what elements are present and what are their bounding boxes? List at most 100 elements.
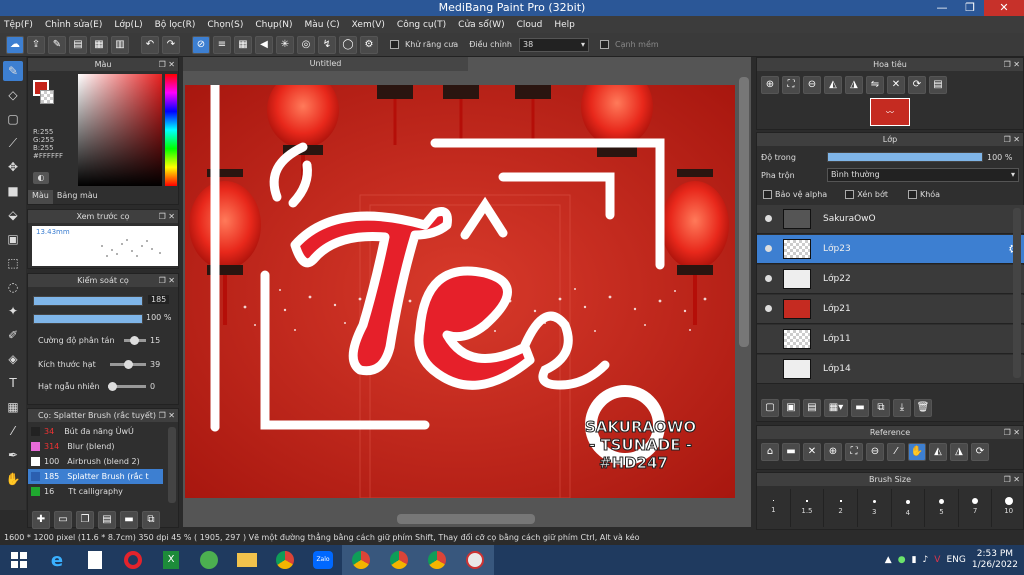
internet-explorer-icon[interactable]: e [38,545,76,575]
eraser-icon[interactable]: ◇ [3,85,23,105]
tray-app-icon[interactable]: ● [898,555,906,565]
blend-dropdown[interactable]: Bình thường ▾ [827,168,1019,182]
ref-zoom-out-icon[interactable]: ⊖ [866,443,884,461]
brush-item[interactable]: 16 Tt calligraphy [28,484,163,499]
open-folder-icon[interactable]: ▬ [782,443,800,461]
ref-rotate-right-icon[interactable]: ◮ [950,443,968,461]
layer-row[interactable]: Lớp14 [757,355,1024,384]
brush-list-scrollbar[interactable] [168,427,176,503]
rotate-left-icon[interactable]: ◭ [824,76,842,94]
windows-start-icon[interactable] [0,545,38,575]
merge-down-icon[interactable]: ⤓ [893,399,911,417]
duplicate-layer-icon[interactable]: ⧉ [872,399,890,417]
excel-icon[interactable]: X [152,545,190,575]
cloud-icon[interactable]: ☁ [6,35,24,54]
brush-item[interactable]: 100 Airbrush (blend 2) [28,454,163,469]
particle-slider[interactable] [110,360,146,369]
copy-icon[interactable]: ⧉ [142,511,160,529]
eye-icon[interactable] [765,245,772,252]
menu-select[interactable]: Chọn(S) [207,20,243,30]
eye-icon[interactable] [765,215,772,222]
tab-palette[interactable]: Bảng màu [53,190,102,204]
brush-size-cell[interactable]: 2 [824,489,858,527]
radial-snap-icon[interactable]: ✳ [276,35,294,54]
layer-opacity-slider[interactable] [827,152,983,162]
divide-icon[interactable]: ▦ [3,397,23,417]
vivaldi-icon[interactable]: V [934,555,940,565]
ref-reset-icon[interactable]: ⟳ [971,443,989,461]
maximize-button[interactable]: ❐ [956,0,984,16]
brush-size-cell[interactable]: 5 [925,489,959,527]
tray-arrow-icon[interactable]: ▲ [885,555,892,565]
eye-icon[interactable] [765,305,772,312]
menu-filter[interactable]: Bộ lọc(R) [155,20,196,30]
brush-size-slider[interactable] [33,296,143,306]
ref-fit-icon[interactable]: ⛶ [845,443,863,461]
layer-row[interactable]: Lớp22 [757,265,1024,294]
flip-icon[interactable]: ⇋ [866,76,884,94]
new-halftone-icon[interactable]: ▣ [782,399,800,417]
navigator-thumbnail[interactable]: 〰 [870,98,910,126]
horizontal-scrollbar[interactable] [397,514,535,524]
panel-icon[interactable]: ▥ [111,35,129,54]
layer-row[interactable]: Lớp23⚙ [757,235,1024,264]
document-icon[interactable]: ▤ [69,35,87,54]
rotate-reset-icon[interactable]: ⟳ [908,76,926,94]
ref-rotate-icon[interactable]: ◭ [929,443,947,461]
file-icon[interactable] [76,545,114,575]
random-slider[interactable] [108,382,146,391]
brush-size-cell[interactable]: 1 [757,489,791,527]
menu-snap[interactable]: Chụp(N) [255,20,292,30]
new-layer-icon[interactable]: ▢ [761,399,779,417]
circle-snap-icon[interactable]: ◎ [297,35,315,54]
menu-layer[interactable]: Lớp(L) [114,20,142,30]
home-icon[interactable]: ⌂ [761,443,779,461]
close-ref-icon[interactable]: ✕ [803,443,821,461]
hue-slider[interactable] [165,74,177,186]
line-icon[interactable]: ⟋ [3,133,23,153]
cccleaner-icon[interactable] [190,545,228,575]
panel-close-icon[interactable]: ❐ ✕ [1004,426,1020,439]
brush-size-cell[interactable]: 3 [858,489,892,527]
brush-size-cell[interactable]: 4 [892,489,926,527]
language-indicator[interactable]: ENG [946,555,965,565]
clock[interactable]: 2:53 PM 1/26/2022 [972,549,1018,571]
medibang-icon[interactable] [456,545,494,575]
menu-help[interactable]: Help [554,20,575,30]
fit-icon[interactable]: ⛶ [782,76,800,94]
layer-scrollbar[interactable] [1013,208,1021,378]
zoom-in-icon[interactable]: ⊕ [761,76,779,94]
menu-edit[interactable]: Chỉnh sửa(E) [45,20,102,30]
panel-close-icon[interactable]: ❐ ✕ [1004,473,1020,486]
brush-icon[interactable]: ✎ [3,61,23,81]
menu-cloud[interactable]: Cloud [517,20,543,30]
select-icon[interactable]: ⬚ [3,253,23,273]
eyedropper-icon[interactable]: ⁄ [3,421,23,441]
ref-zoom-in-icon[interactable]: ⊕ [824,443,842,461]
panel-close-icon[interactable]: ❐ ✕ [1004,133,1020,146]
menu-color[interactable]: Màu (C) [305,20,340,30]
brush-size-cell[interactable]: 10 [992,489,1024,527]
soft-edge-checkbox[interactable] [599,40,609,49]
background-swatch[interactable] [40,90,54,104]
zoom-out-icon[interactable]: ⊖ [803,76,821,94]
tab-color[interactable]: Màu [28,190,53,204]
panel-close-icon[interactable]: ❐ ✕ [159,409,175,422]
lock-checkbox[interactable] [907,190,917,199]
layer-row[interactable]: SakuraOwO [757,205,1024,234]
grid-icon[interactable]: ▦ [90,35,108,54]
rotate-right-icon[interactable]: ◮ [845,76,863,94]
layer-row[interactable]: Lớp21 [757,295,1024,324]
scatter-slider[interactable] [124,336,146,345]
zalo-icon[interactable]: Zalo [304,545,342,575]
cross-snap-icon[interactable]: ▦ [234,35,252,54]
layer-row[interactable]: Lớp11 [757,325,1024,354]
ref-hand-icon[interactable]: ✋ [908,443,926,461]
brush-size-cell[interactable]: 1.5 [791,489,825,527]
redo-icon[interactable]: ↷ [162,35,180,54]
delete-layer-icon[interactable]: 🗑 [914,399,932,417]
bucket-icon[interactable]: ⬙ [3,205,23,225]
eye-icon[interactable] [765,275,772,282]
settings-snap-icon[interactable]: ⚙ [360,35,378,54]
layer-menu-icon[interactable]: ▦▾ [824,399,848,417]
